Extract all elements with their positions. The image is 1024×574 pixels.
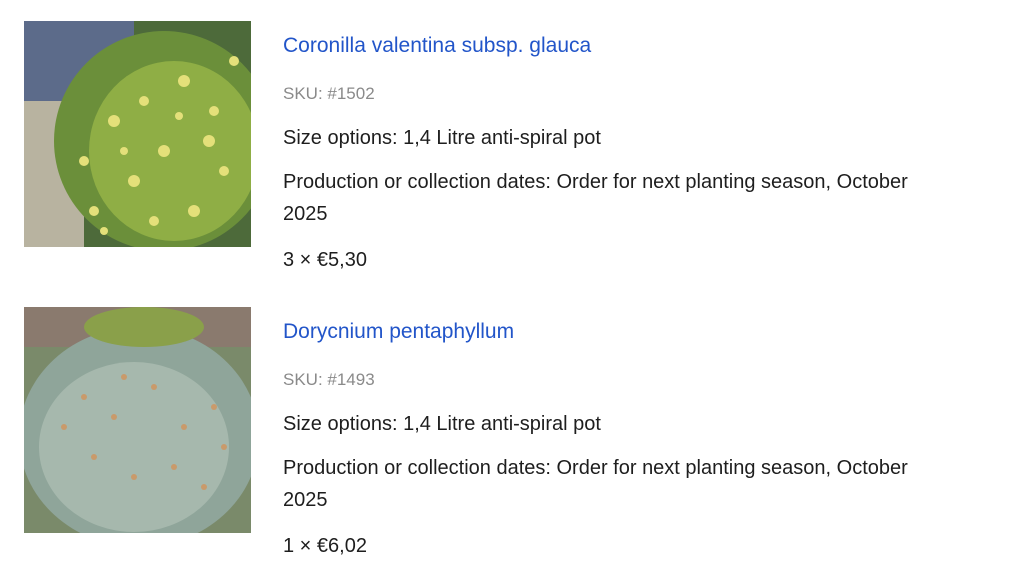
product-title-link[interactable]: Coronilla valentina subsp. glauca: [283, 32, 591, 60]
plant-photo-dorycnium: [24, 307, 251, 533]
product-sku: SKU: #1493: [283, 370, 375, 389]
size-option: Size options: 1,4 Litre anti-spiral pot: [283, 413, 601, 435]
plant-photo-coronilla: [24, 21, 251, 247]
quantity-price: 3 × €5,30: [283, 249, 367, 271]
product-sku: SKU: #1502: [283, 84, 375, 103]
quantity-price: 1 × €6,02: [283, 535, 367, 557]
production-dates: Production or collection dates: Order fo…: [283, 457, 908, 511]
size-option: Size options: 1,4 Litre anti-spiral pot: [283, 127, 601, 149]
product-title-link[interactable]: Dorycnium pentaphyllum: [283, 318, 514, 346]
production-dates: Production or collection dates: Order fo…: [283, 171, 908, 225]
product-image[interactable]: [24, 21, 251, 247]
product-image[interactable]: [24, 307, 251, 533]
